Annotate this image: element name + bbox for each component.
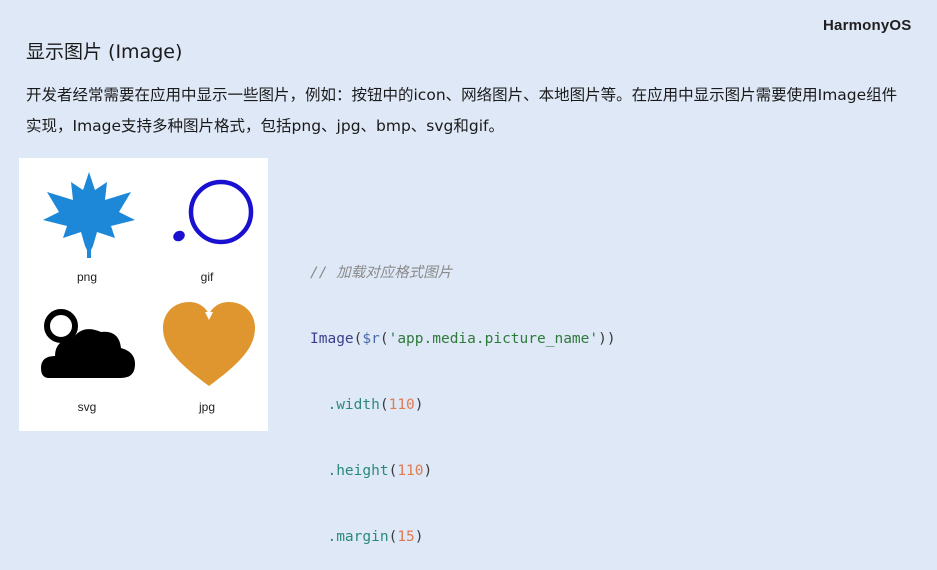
code-paren-close: )) — [598, 331, 616, 347]
image-label-svg: svg — [77, 400, 97, 414]
code-snippet: // 加载对应格式图片 Image($r('app.media.picture_… — [310, 265, 616, 545]
page-title: 显示图片 (Image) — [26, 41, 183, 63]
heart-icon — [163, 302, 255, 386]
code-height-method: .height — [327, 463, 389, 479]
code-paren-open-2: ( — [379, 331, 389, 347]
code-resource-string: 'app.media.picture_name' — [388, 331, 599, 347]
image-cell-jpg: jpg — [147, 296, 267, 426]
maple-leaf-icon — [43, 172, 135, 258]
code-height-value: 110 — [397, 463, 424, 479]
code-margin-value: 15 — [397, 529, 415, 545]
code-image-call: Image — [310, 331, 354, 347]
image-label-jpg: jpg — [198, 400, 215, 414]
loading-circle-icon — [173, 179, 254, 245]
code-resource-fn: $r — [362, 331, 380, 347]
code-comment: // 加载对应格式图片 — [310, 265, 453, 281]
cloud-icon — [41, 309, 135, 378]
code-width-value: 110 — [388, 397, 415, 413]
code-margin-method: .margin — [327, 529, 389, 545]
image-cell-png: png — [27, 164, 147, 294]
description-text: 开发者经常需要在应用中显示一些图片，例如：按钮中的icon、网络图片、本地图片等… — [26, 86, 898, 135]
image-cell-svg: svg — [27, 296, 147, 426]
image-label-png: png — [76, 270, 98, 284]
code-width-method: .width — [327, 397, 380, 413]
image-label-gif: gif — [200, 270, 214, 284]
harmonyos-logo: HarmonyOS — [823, 17, 912, 34]
image-format-panel: png gif svg jpg — [19, 158, 268, 431]
image-cell-gif: gif — [147, 164, 267, 294]
